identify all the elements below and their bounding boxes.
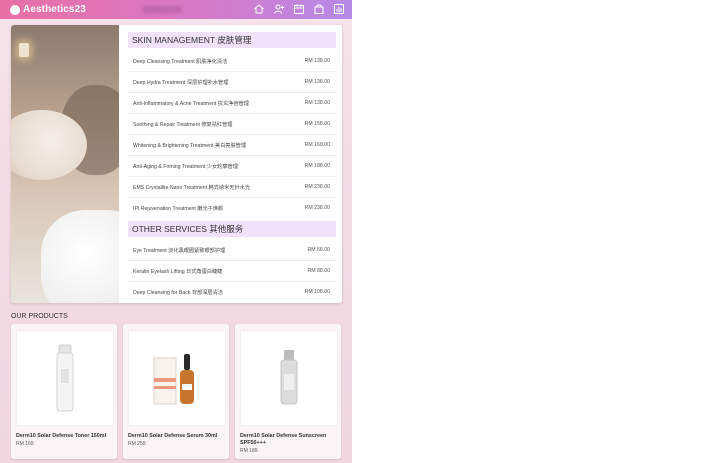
other-services-header: OTHER SERVICES 其他服务 <box>128 221 336 237</box>
sunscreen-bottle-icon <box>280 350 298 405</box>
service-name: Soothing & Repair Treatment 修复祛红管理 <box>133 121 233 128</box>
skin-service-list: Deep Cleansing Treatment 肌肤净化清洁 RM 138.00… <box>128 51 336 218</box>
service-price: RM 238.00 <box>304 205 330 211</box>
product-price: RM 169 <box>16 441 34 447</box>
service-price: RM 158.00 <box>304 121 330 127</box>
logo-icon[interactable] <box>10 4 20 15</box>
service-menu: SKIN MANAGEMENT 皮肤管理 Deep Cleansing Trea… <box>128 32 336 302</box>
service-price: RM 138.00 <box>304 100 330 106</box>
service-row[interactable]: Deep Hydra Treatment 深层护理补水管理 RM 138.00 <box>128 72 336 93</box>
service-name: Whitening & Brightening Treatment 美白亮肤管理 <box>133 142 247 149</box>
product-name: Derm10 Solar Defense Sunscreen SPF50+++ <box>240 433 327 446</box>
facial-treatment-photo <box>11 25 119 303</box>
product-price: RM 189 <box>240 448 258 454</box>
other-service-list: Eye Treatment 淡化黑眼圈紧致眼部护理 RM 68.00 Kerati… <box>128 240 336 302</box>
service-name: IPI Rejuvenation Treatment 嫩光子焕颜 <box>133 205 224 212</box>
service-name: Anti-Aging & Firming Treatment 少女轮廓管理 <box>133 163 238 170</box>
service-row[interactable]: IPI Rejuvenation Treatment 嫩光子焕颜 RM 238.0… <box>128 198 336 218</box>
service-price: RM 188.00 <box>304 163 330 169</box>
skin-management-header: SKIN MANAGEMENT 皮肤管理 <box>128 32 336 48</box>
serum-bottle-icon <box>153 354 194 405</box>
add-user-icon[interactable] <box>272 2 286 16</box>
top-nav-bar: Aesthetics23 <box>0 0 352 19</box>
bar-chart-icon[interactable] <box>332 2 346 16</box>
brand-name[interactable]: Aesthetics23 <box>23 4 86 15</box>
service-name: Anti-Inflammatory & Acne Treatment 抗炎净痘管… <box>133 100 249 107</box>
service-row[interactable]: Whitening & Brightening Treatment 美白亮肤管理… <box>128 135 336 156</box>
shopping-bag-icon[interactable] <box>312 2 326 16</box>
service-row[interactable]: EMS Crystallite Nano Treatment 韩式纳米无针水光 R… <box>128 177 336 198</box>
service-price: RM 168.00 <box>304 142 330 148</box>
home-icon[interactable] <box>252 2 266 16</box>
service-name: EMS Crystallite Nano Treatment 韩式纳米无针水光 <box>133 184 251 191</box>
service-row[interactable]: Deep Cleansing Treatment 肌肤净化清洁 RM 138.00 <box>128 51 336 72</box>
service-price: RM 108.00 <box>304 289 330 295</box>
service-row[interactable]: Eye Treatment 淡化黑眼圈紧致眼部护理 RM 68.00 <box>128 240 336 261</box>
calendar-icon[interactable] <box>292 2 306 16</box>
products-section-title: OUR PRODUCTS <box>11 313 68 320</box>
product-grid: Derm10 Solar Defense Toner 150ml RM 169 … <box>11 324 347 459</box>
product-price: RM 259 <box>128 441 146 447</box>
service-row[interactable]: Anti-Aging & Firming Treatment 少女轮廓管理 RM … <box>128 156 336 177</box>
service-price: RM 238.00 <box>304 184 330 190</box>
service-price: RM 138.00 <box>304 79 330 85</box>
nav-icon-group <box>252 2 346 16</box>
service-name: Keratin Eyelash Lifting 日式角蛋白睫睫 <box>133 268 223 275</box>
service-name: Deep Hydra Treatment 深层护理补水管理 <box>133 79 229 86</box>
product-image[interactable] <box>16 330 114 426</box>
product-image[interactable] <box>240 330 338 426</box>
blurred-header-text <box>142 6 182 13</box>
product-card[interactable]: Derm10 Solar Defense Toner 150ml RM 169 <box>11 324 117 459</box>
service-price: RM 138.00 <box>304 58 330 64</box>
service-name: Deep Cleansing for Back 背部深层清洁 <box>133 289 223 296</box>
photo-towel-shape <box>41 210 119 303</box>
product-image[interactable] <box>128 330 226 426</box>
service-row[interactable]: Keratin Eyelash Lifting 日式角蛋白睫睫 RM 88.00 <box>128 261 336 282</box>
app-window: Aesthetics23 SKIN MANAGEMENT 皮肤管理 Deep C… <box>0 0 352 463</box>
service-row[interactable]: Anti-Inflammatory & Acne Treatment 抗炎净痘管… <box>128 93 336 114</box>
service-name: Eye Treatment 淡化黑眼圈紧致眼部护理 <box>133 247 226 254</box>
service-price: RM 68.00 <box>307 247 331 253</box>
product-card[interactable]: Derm10 Solar Defense Serum 30ml RM 259 <box>123 324 229 459</box>
product-name: Derm10 Solar Defense Serum 30ml <box>128 433 218 439</box>
service-row[interactable]: Deep Cleansing for Back 背部深层清洁 RM 108.00 <box>128 282 336 302</box>
services-card: SKIN MANAGEMENT 皮肤管理 Deep Cleansing Trea… <box>11 25 342 303</box>
product-name: Derm10 Solar Defense Toner 150ml <box>16 433 107 439</box>
candle-light <box>19 43 29 57</box>
service-price: RM 88.00 <box>307 268 331 274</box>
service-row[interactable]: Soothing & Repair Treatment 修复祛红管理 RM 158… <box>128 114 336 135</box>
service-name: Deep Cleansing Treatment 肌肤净化清洁 <box>133 58 228 65</box>
toner-bottle-icon <box>56 344 74 412</box>
product-card[interactable]: Derm10 Solar Defense Sunscreen SPF50+++ … <box>235 324 341 459</box>
